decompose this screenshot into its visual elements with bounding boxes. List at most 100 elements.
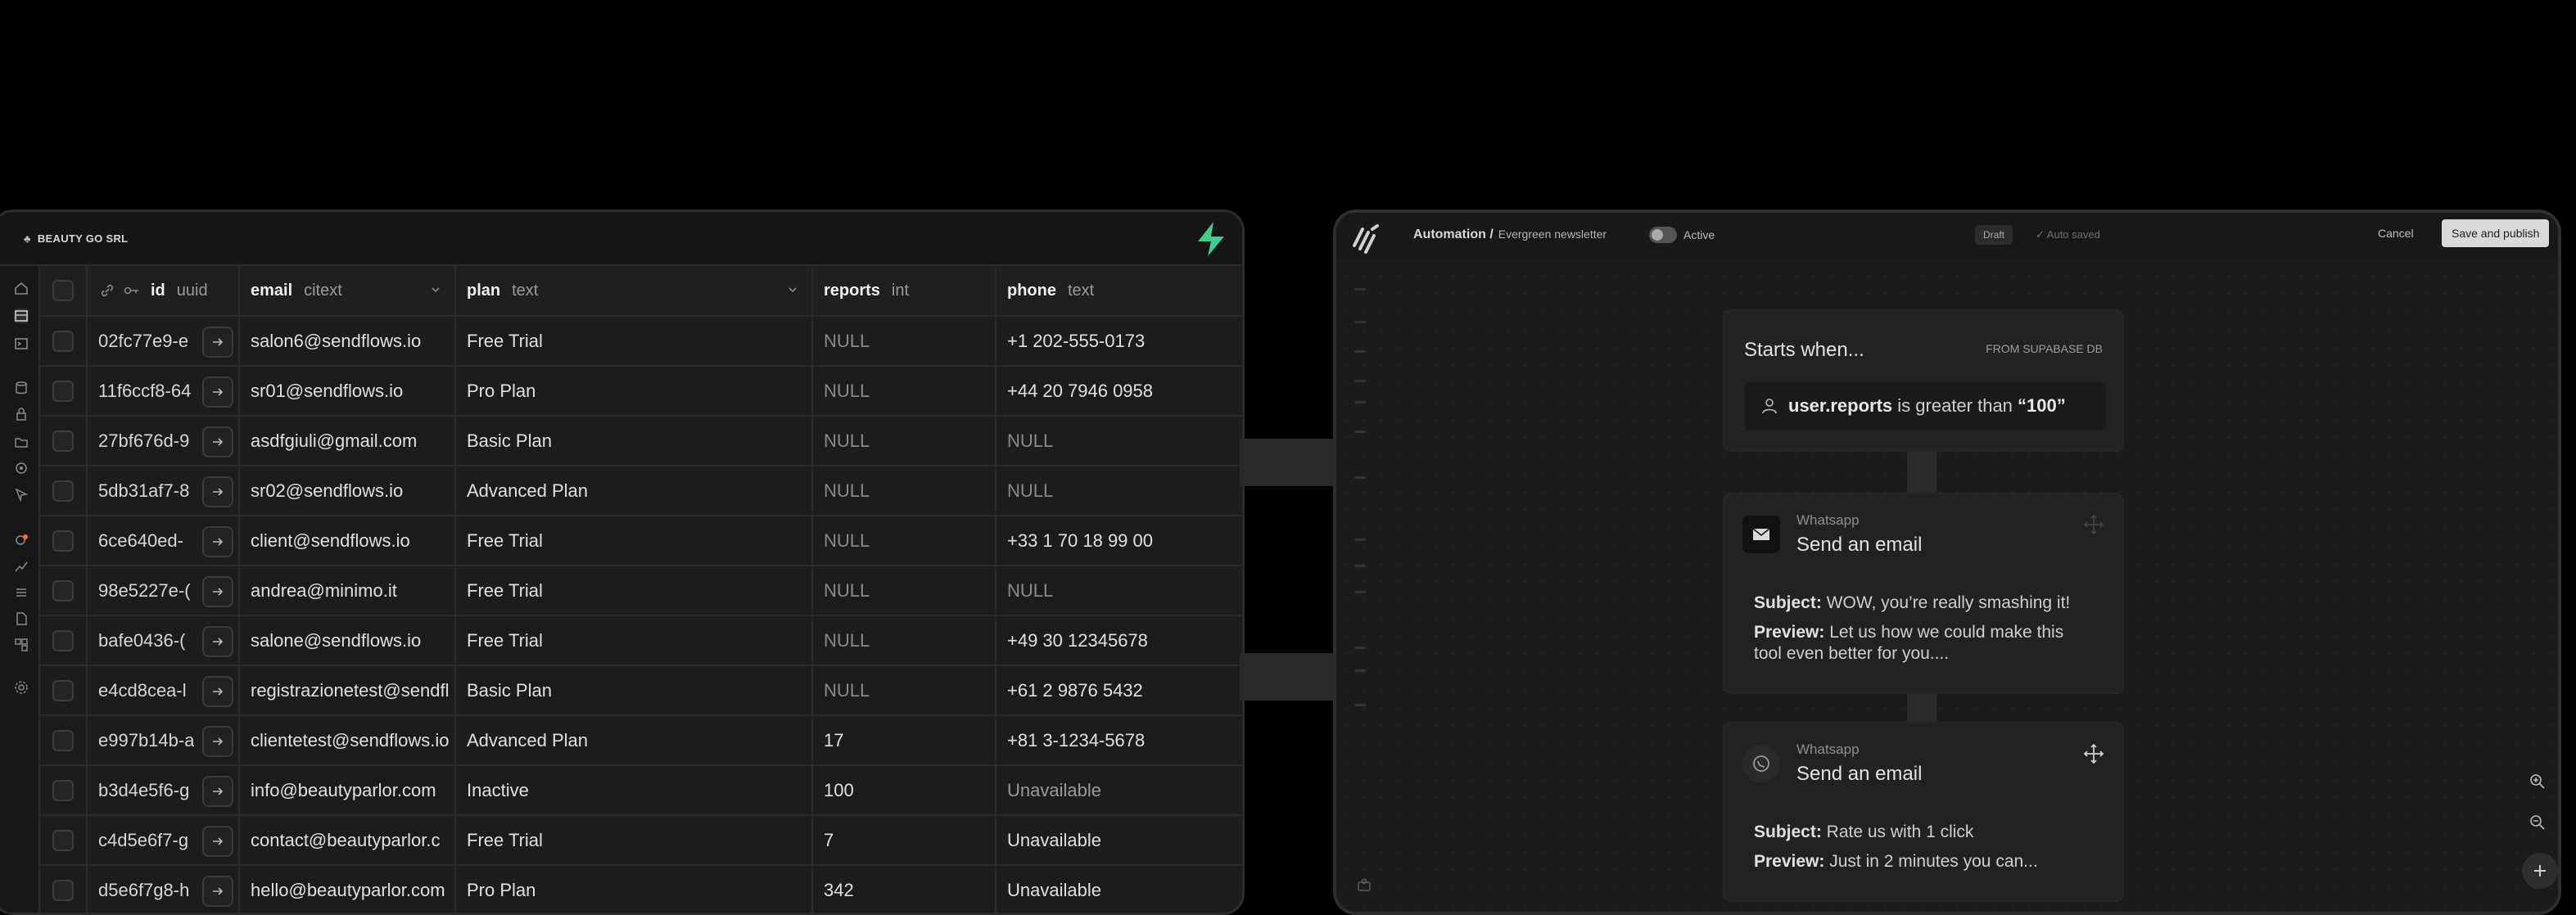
settings-gear-icon[interactable] [14, 680, 29, 695]
email-step-card[interactable]: Whatsapp Send an email Subject: Rate us … [1723, 722, 2124, 902]
open-record-button[interactable] [202, 826, 233, 857]
id-cell[interactable]: 5db31af7-8 [88, 467, 240, 515]
advisors-icon[interactable] [14, 533, 29, 548]
open-record-button[interactable] [202, 426, 233, 458]
table-row[interactable]: 6ce640ed- client@sendflows.io Free Trial… [40, 516, 1242, 566]
reports-cell[interactable]: NULL [813, 516, 997, 565]
rail-item[interactable] [1354, 288, 1366, 291]
select-all-checkbox[interactable] [52, 280, 74, 301]
phone-cell[interactable]: NULL [997, 417, 1201, 465]
table-row[interactable]: e997b14b-a clientetest@sendflows.io Adva… [40, 716, 1242, 766]
account-icon[interactable] [1356, 877, 1372, 894]
row-checkbox[interactable] [52, 380, 74, 402]
open-record-button[interactable] [202, 376, 233, 408]
rail-item[interactable] [1354, 704, 1366, 706]
id-cell[interactable]: 6ce640ed- [88, 516, 240, 565]
email-cell[interactable]: info@beautyparlor.com [240, 766, 456, 814]
table-row[interactable]: b3d4e5f6-g info@beautyparlor.com Inactiv… [40, 766, 1242, 816]
sql-editor-icon[interactable] [14, 336, 29, 351]
id-cell[interactable]: b3d4e5f6-g [88, 766, 240, 814]
chevron-down-icon[interactable] [430, 284, 441, 295]
phone-cell[interactable]: +81 3-1234-5678 [997, 716, 1201, 764]
row-checkbox[interactable] [52, 879, 74, 901]
column-header-id[interactable]: id uuid [88, 266, 240, 315]
plan-cell[interactable]: Free Trial [456, 816, 813, 864]
rail-item[interactable] [1354, 539, 1366, 541]
open-record-button[interactable] [202, 676, 233, 707]
plan-cell[interactable]: Advanced Plan [456, 716, 813, 764]
rail-item[interactable] [1354, 321, 1366, 323]
rail-item[interactable] [1354, 380, 1366, 382]
reports-cell[interactable]: NULL [813, 417, 997, 465]
reports-cell[interactable]: NULL [813, 367, 997, 415]
reports-cell[interactable]: 100 [813, 766, 997, 814]
phone-cell[interactable]: +1 202-555-0173 [997, 317, 1201, 365]
add-step-button[interactable] [2522, 853, 2558, 889]
trigger-card[interactable]: Starts when... FROM SUPABASE DB user.rep… [1723, 309, 2124, 452]
zoom-in-button[interactable] [2525, 769, 2550, 794]
email-cell[interactable]: registrazionetest@sendfl [240, 666, 456, 714]
zoom-out-button[interactable] [2525, 810, 2550, 835]
functions-icon[interactable] [14, 461, 29, 476]
table-row[interactable]: 27bf676d-9 asdfgiuli@gmail.com Basic Pla… [40, 417, 1242, 467]
email-cell[interactable]: contact@beautyparlor.c [240, 816, 456, 864]
phone-cell[interactable]: +33 1 70 18 99 00 [997, 516, 1201, 565]
phone-cell[interactable]: +61 2 9876 5432 [997, 666, 1201, 714]
move-handle-icon[interactable] [2083, 514, 2104, 535]
open-record-button[interactable] [202, 526, 233, 557]
integrations-icon[interactable] [14, 638, 29, 652]
reports-cell[interactable]: 342 [813, 866, 997, 913]
id-cell[interactable]: 27bf676d-9 [88, 417, 240, 465]
id-cell[interactable]: bafe0436-( [88, 616, 240, 665]
reports-cell[interactable]: NULL [813, 317, 997, 365]
phone-cell[interactable]: Unavailable [997, 816, 1201, 864]
email-cell[interactable]: sr01@sendflows.io [240, 367, 456, 415]
open-record-button[interactable] [202, 876, 233, 907]
row-checkbox[interactable] [52, 480, 74, 502]
plan-cell[interactable]: Free Trial [456, 616, 813, 665]
table-row[interactable]: 98e5227e-( andrea@minimo.it Free Trial N… [40, 566, 1242, 616]
phone-cell[interactable]: Unavailable [997, 866, 1201, 913]
reports-cell[interactable]: 7 [813, 816, 997, 864]
reports-icon[interactable] [14, 559, 29, 574]
plan-cell[interactable]: Free Trial [456, 566, 813, 615]
rail-item[interactable] [1354, 669, 1366, 672]
table-row[interactable]: d5e6f7g8-h hello@beautyparlor.com Pro Pl… [40, 866, 1242, 913]
row-checkbox[interactable] [52, 579, 74, 602]
active-toggle[interactable] [1649, 227, 1677, 243]
plan-cell[interactable]: Pro Plan [456, 866, 813, 913]
save-and-publish-button[interactable]: Save and publish [2442, 219, 2550, 247]
plan-cell[interactable]: Inactive [456, 766, 813, 814]
row-checkbox[interactable] [52, 430, 74, 452]
plan-cell[interactable]: Pro Plan [456, 367, 813, 415]
phone-cell[interactable]: NULL [997, 467, 1201, 515]
logs-icon[interactable] [14, 585, 29, 600]
rail-item[interactable] [1354, 647, 1366, 649]
cancel-button[interactable]: Cancel [2378, 227, 2414, 240]
row-checkbox[interactable] [52, 530, 74, 552]
column-header-email[interactable]: email citext [240, 266, 456, 315]
table-row[interactable]: c4d5e6f7-g contact@beautyparlor.c Free T… [40, 816, 1242, 866]
open-record-button[interactable] [202, 726, 233, 757]
email-cell[interactable]: clientetest@sendflows.io [240, 716, 456, 764]
id-cell[interactable]: 11f6ccf8-64 [88, 367, 240, 415]
plan-cell[interactable]: Advanced Plan [456, 467, 813, 515]
email-step-card[interactable]: Whatsapp Send an email Subject: WOW, you… [1723, 493, 2124, 694]
phone-cell[interactable]: +49 30 12345678 [997, 616, 1201, 665]
id-cell[interactable]: 02fc77e9-e [88, 317, 240, 365]
open-record-button[interactable] [202, 576, 233, 607]
breadcrumb-root[interactable]: Automation / [1413, 228, 1494, 242]
rail-item[interactable] [1354, 401, 1366, 403]
column-header-reports[interactable]: reports int [813, 266, 997, 315]
reports-cell[interactable]: NULL [813, 467, 997, 515]
table-row[interactable]: 5db31af7-8 sr02@sendflows.io Advanced Pl… [40, 467, 1242, 516]
realtime-icon[interactable] [14, 487, 29, 502]
reports-cell[interactable]: NULL [813, 566, 997, 615]
email-cell[interactable]: salon6@sendflows.io [240, 317, 456, 365]
table-row[interactable]: 02fc77e9-e salon6@sendflows.io Free Tria… [40, 317, 1242, 367]
rail-item[interactable] [1354, 591, 1366, 593]
open-record-button[interactable] [202, 327, 233, 358]
row-checkbox[interactable] [52, 629, 74, 651]
rail-item[interactable] [1354, 476, 1366, 479]
plan-cell[interactable]: Basic Plan [456, 417, 813, 465]
